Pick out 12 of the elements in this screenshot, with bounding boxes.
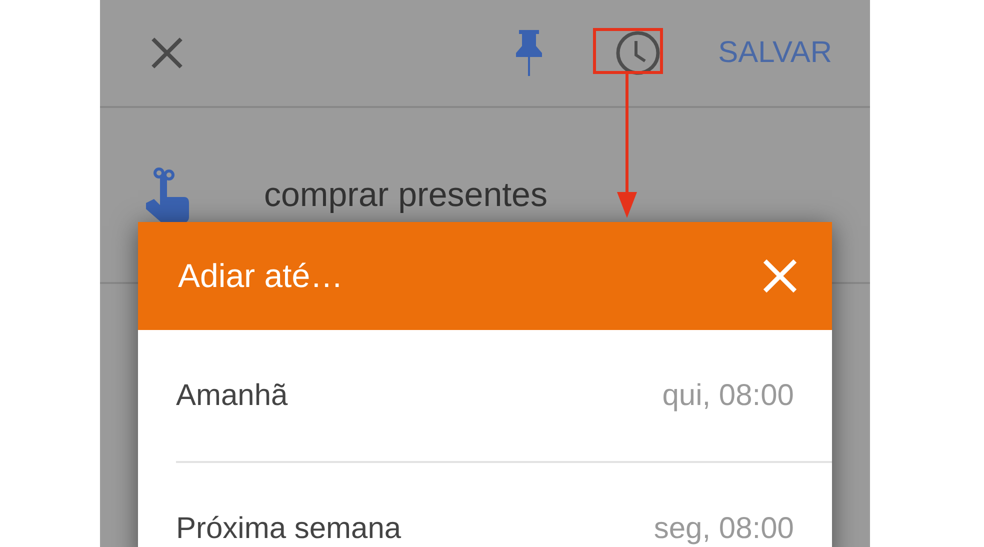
option-time: qui, 08:00 [662, 378, 794, 412]
dialog-title: Adiar até… [178, 257, 344, 295]
close-button[interactable] [762, 258, 798, 294]
close-icon[interactable] [150, 36, 184, 70]
clock-icon[interactable] [614, 29, 662, 77]
option-time: seg, 08:00 [654, 512, 794, 546]
option-label: Amanhã [176, 378, 288, 412]
highlight-frame [593, 28, 663, 74]
snooze-option[interactable]: Amanhã qui, 08:00 [176, 330, 832, 463]
note-text: comprar presentes [264, 176, 548, 214]
snooze-option[interactable]: Próxima semana seg, 08:00 [176, 463, 832, 547]
option-label: Próxima semana [176, 512, 402, 546]
